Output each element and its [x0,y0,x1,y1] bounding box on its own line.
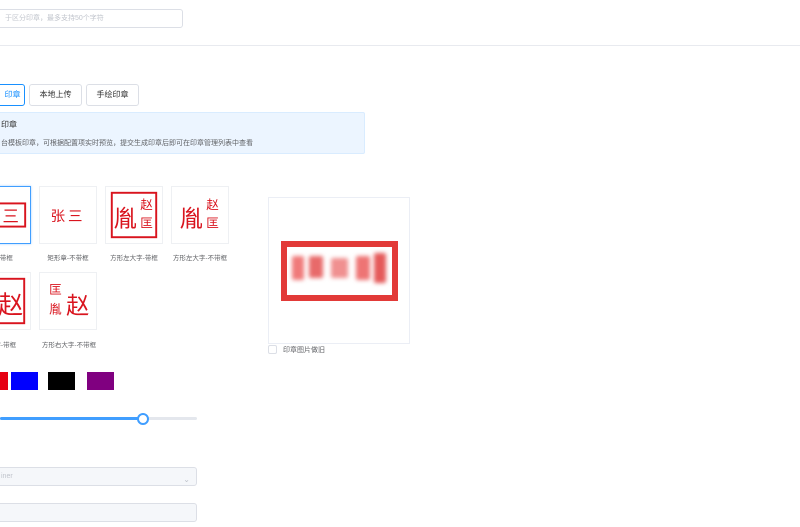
tab-hand-drawn-seal[interactable]: 手绘印章 [86,84,139,106]
color-swatch-purple[interactable] [87,372,114,390]
template-caption: 矩形章-不带框 [47,255,89,262]
seal-thumbnail: 赵 [0,277,26,325]
font-select[interactable]: iner ⌄ [0,467,197,486]
seal-name-input[interactable]: 于区分印章，最多支持50个字符 [0,9,183,28]
seal-glyphs: 三 [2,207,18,226]
color-swatch-red[interactable] [0,372,8,390]
preview-seal-image [281,241,398,301]
color-swatch-blue[interactable] [11,372,38,390]
tab-template-seal-label: 印章 [4,90,21,99]
svg-text:匡: 匡 [140,216,153,231]
chevron-down-icon: ⌄ [183,475,190,484]
info-alert: 印章 台模板印章，可根据配置项实时预览，提交生成印章后即可在印章管理列表中查看 [0,112,365,154]
seal-glyphs: 张三 [51,208,86,225]
seal-thumbnail: 张三 [51,208,86,225]
template-caption: 方形左大字-不带框 [172,255,228,262]
seal-thumbnail: 胤 赵 匡 [180,197,220,233]
seal-thumbnail: 胤 赵 匡 [110,191,158,239]
template-caption: 章-带框 [0,255,13,262]
svg-text:匡: 匡 [49,282,62,297]
template-square-left-big-no-border[interactable]: 胤 赵 匡 [171,186,229,244]
template-caption: 方形左大字-带框 [110,255,158,262]
tab-local-upload[interactable]: 本地上传 [29,84,82,106]
seal-name-placeholder: 于区分印章，最多支持50个字符 [5,15,104,22]
svg-text:赵: 赵 [206,197,219,212]
font-select-value: iner [1,473,13,480]
svg-text:胤: 胤 [49,302,62,317]
seal-preview-panel [268,197,410,344]
template-rect-no-border[interactable]: 张三 [39,186,97,244]
header-divider [0,45,800,46]
tab-template-seal[interactable]: 印章 [0,84,25,106]
seal-glyphs: 赵 [0,291,23,320]
svg-text:赵: 赵 [66,293,89,320]
template-caption: 方形右大字-不带框 [41,342,97,349]
template-square-big-with-border[interactable]: 赵 [0,272,31,330]
seal-thumbnail: 匡 胤 赵 [49,282,89,320]
svg-text:赵: 赵 [140,197,153,212]
template-square-left-big-with-border[interactable]: 胤 赵 匡 [105,186,163,244]
size-slider-handle[interactable] [136,413,149,425]
template-square-right-big-no-border[interactable]: 匡 胤 赵 [39,272,97,330]
info-title: 印章 [1,120,17,129]
tab-hand-drawn-seal-label: 手绘印章 [96,90,129,99]
seal-thumbnail: 三 [0,202,27,228]
info-description: 台模板印章，可根据配置项实时预览，提交生成印章后即可在印章管理列表中查看 [1,140,253,147]
color-swatch-black[interactable] [48,372,75,390]
svg-text:胤: 胤 [114,206,137,233]
aged-seal-checkbox[interactable] [268,345,277,354]
svg-text:匡: 匡 [206,216,219,231]
template-caption: 大字-带框 [0,342,17,349]
aged-seal-checkbox-label: 印章图片做旧 [283,347,325,354]
size-slider-fill [0,417,142,420]
template-rect-with-border[interactable]: 三 [0,186,31,244]
tab-local-upload-label: 本地上传 [39,90,72,99]
secondary-field[interactable] [0,503,197,522]
svg-text:胤: 胤 [180,206,203,233]
